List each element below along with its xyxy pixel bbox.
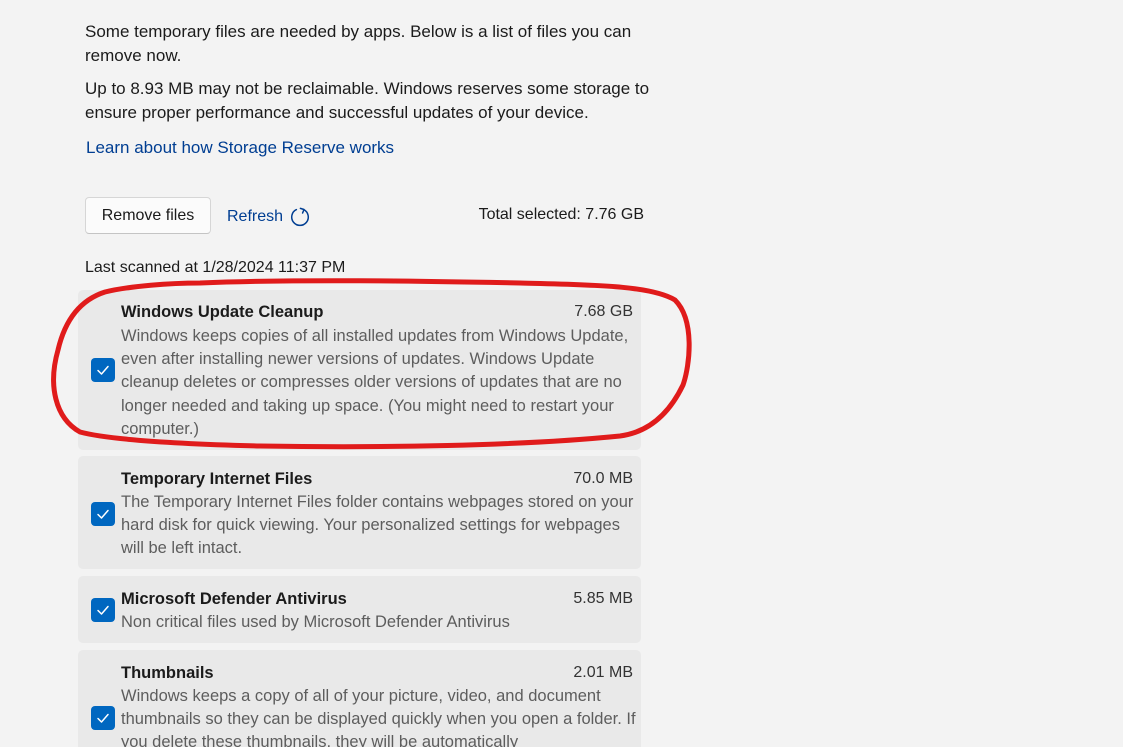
checkbox-thumbnails[interactable]	[91, 706, 115, 730]
intro-paragraph-1: Some temporary files are needed by apps.…	[85, 22, 632, 65]
item-title: Temporary Internet Files	[121, 470, 313, 488]
refresh-label: Refresh	[227, 208, 284, 225]
item-size: 7.68 GB	[574, 303, 633, 320]
cleanup-item-thumbnails[interactable]: Thumbnails 2.01 MB Windows keeps a copy …	[78, 650, 641, 747]
checkbox-defender[interactable]	[91, 598, 115, 622]
cleanup-item-temp-internet-files[interactable]: Temporary Internet Files 70.0 MB The Tem…	[78, 456, 641, 569]
checkmark-icon	[97, 605, 109, 615]
item-description: Non critical files used by Microsoft Def…	[121, 613, 510, 631]
cleanup-item-windows-update[interactable]: Windows Update Cleanup 7.68 GB Windows k…	[78, 290, 641, 450]
storage-cleanup-page: Some temporary files are needed by apps.…	[0, 0, 1123, 747]
item-description: Windows keeps copies of all installed up…	[121, 327, 629, 438]
refresh-button[interactable]: Refresh	[227, 203, 311, 231]
checkmark-icon	[97, 509, 109, 519]
item-title: Windows Update Cleanup	[121, 303, 324, 321]
item-size: 70.0 MB	[573, 470, 633, 487]
item-title: Microsoft Defender Antivirus	[121, 590, 347, 608]
checkbox-windows-update[interactable]	[91, 358, 115, 382]
last-scanned: Last scanned at 1/28/2024 11:37 PM	[85, 259, 346, 276]
item-description: The Temporary Internet Files folder cont…	[121, 493, 634, 558]
checkbox-temp-internet-files[interactable]	[91, 502, 115, 526]
remove-files-button[interactable]: Remove files	[85, 197, 211, 234]
intro-paragraph-2: Up to 8.93 MB may not be reclaimable. Wi…	[85, 79, 650, 122]
storage-reserve-link[interactable]: Learn about how Storage Reserve works	[86, 136, 394, 160]
total-selected: Total selected: 7.76 GB	[478, 206, 644, 223]
refresh-icon	[290, 207, 310, 227]
item-title: Thumbnails	[121, 664, 214, 682]
item-description: Windows keeps a copy of all of your pict…	[121, 687, 636, 747]
cleanup-item-defender[interactable]: Microsoft Defender Antivirus 5.85 MB Non…	[78, 576, 641, 643]
checkmark-icon	[97, 713, 109, 723]
checkmark-icon	[97, 365, 109, 375]
item-size: 5.85 MB	[573, 590, 633, 607]
item-size: 2.01 MB	[573, 664, 633, 681]
